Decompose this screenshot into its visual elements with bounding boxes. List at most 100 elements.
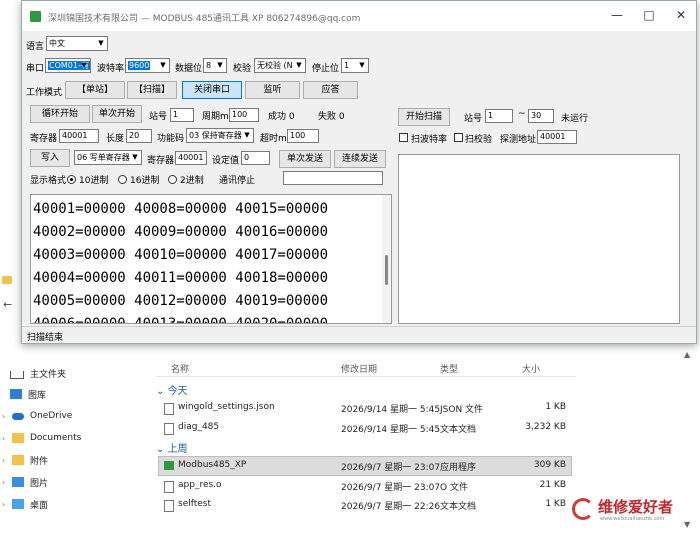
title-bar[interactable]: 深圳锦国技术有限公司 — MODBUS 485通讯工具 XP 806274896… xyxy=(22,1,696,31)
nav-item-pictures[interactable]: › 图片 xyxy=(2,472,48,492)
function-code-select[interactable]: 03 保持寄存器 ▼ xyxy=(186,128,254,143)
column-header-date[interactable]: 修改日期 xyxy=(341,362,377,375)
listen-button[interactable]: 监听 xyxy=(245,81,300,99)
column-header-name[interactable]: 名称 xyxy=(171,362,189,375)
scan-state: 未运行 xyxy=(561,114,589,124)
length-input[interactable]: 20 xyxy=(126,129,152,143)
file-row[interactable]: wingold_settings.json 2026/9/14 星期一 5:45… xyxy=(158,398,572,418)
close-port-button[interactable]: 关闭串口 xyxy=(182,81,242,99)
chevron-right-icon[interactable]: › xyxy=(2,478,12,487)
register-scrollbar[interactable] xyxy=(382,195,391,323)
scan-parity-checkbox[interactable] xyxy=(454,133,463,142)
chevron-down-icon: ▼ xyxy=(132,153,138,161)
file-row[interactable]: selftest 2026/9/7 星期一 22:26 文本文档 1 KB xyxy=(158,495,572,515)
group-label: 上周 xyxy=(167,444,188,455)
nav-item-onedrive[interactable]: › OneDrive xyxy=(2,406,72,426)
station-input[interactable]: 1 xyxy=(170,108,194,122)
baud-select[interactable]: 9600 ▼ xyxy=(125,58,170,73)
chevron-right-icon[interactable]: › xyxy=(2,500,12,509)
column-header-size[interactable]: 大小 xyxy=(522,362,540,375)
scan-from-input[interactable]: 1 xyxy=(485,109,513,123)
loop-start-button[interactable]: 循环开始 xyxy=(30,105,90,123)
chevron-right-icon[interactable]: › xyxy=(2,434,12,443)
function-code-value: 03 保持寄存器 xyxy=(189,131,242,140)
nav-item-home[interactable]: 主文件夹 xyxy=(10,363,66,383)
chevron-down-icon: ▼ xyxy=(244,131,250,139)
file-type: 应用程序 xyxy=(440,463,477,473)
register-input[interactable]: 40001 xyxy=(59,129,99,143)
file-row[interactable]: app_res.o 2026/9/7 星期一 23:07 O 文件 21 KB xyxy=(158,476,572,496)
chevron-right-icon[interactable]: › xyxy=(2,456,12,465)
databits-select[interactable]: 8 ▼ xyxy=(203,58,227,73)
nav-item-documents[interactable]: › Documents xyxy=(2,428,81,448)
station-label: 站号 xyxy=(149,112,168,122)
file-row[interactable]: diag_485 2026/9/14 星期一 5:45 文本文档 3,232 K… xyxy=(158,418,572,438)
chevron-down-icon: ▼ xyxy=(160,61,166,69)
register-display[interactable]: 40001=00000 40008=00000 40015=00000 4000… xyxy=(30,194,392,324)
status-input[interactable] xyxy=(283,171,383,185)
radio-binary[interactable] xyxy=(168,175,177,184)
file-type: 文本文档 xyxy=(440,425,477,435)
port-label: 串口 xyxy=(26,64,45,74)
timeout-input[interactable]: 100 xyxy=(287,129,319,143)
nav-label: OneDrive xyxy=(30,411,73,421)
single-send-button[interactable]: 单次发送 xyxy=(279,150,331,168)
single-start-button[interactable]: 单次开始 xyxy=(92,105,142,123)
respond-button[interactable]: 应答 xyxy=(303,81,358,99)
write-register-input[interactable]: 40001 xyxy=(175,151,207,165)
single-station-button[interactable]: 【单站】 xyxy=(65,81,125,99)
column-header-type[interactable]: 类型 xyxy=(440,362,458,375)
probe-address-input[interactable]: 40001 xyxy=(537,130,577,144)
register-line: 40001=00000 40008=00000 40015=00000 xyxy=(33,201,329,217)
period-input[interactable]: 100 xyxy=(229,108,259,122)
file-row-selected[interactable]: Modbus485_XP 2026/9/7 星期一 23:07 应用程序 309… xyxy=(158,456,572,476)
scan-baud-checkbox[interactable] xyxy=(399,133,408,142)
radio-hex-label: 16进制 xyxy=(130,176,160,186)
document-icon xyxy=(164,481,174,493)
stopbits-value: 1 xyxy=(344,61,350,70)
file-date: 2026/9/14 星期一 5:45 xyxy=(341,405,441,415)
scan-station-label: 站号 xyxy=(464,114,483,124)
group-heading-today[interactable]: ⌄ 今天 xyxy=(156,382,188,397)
nav-label: 主文件夹 xyxy=(30,369,67,380)
chevron-down-icon: ⌄ xyxy=(156,444,168,455)
databits-label: 数据位 xyxy=(175,64,203,74)
chevron-right-icon[interactable]: › xyxy=(2,412,12,421)
scan-result-area[interactable] xyxy=(398,154,680,324)
group-heading-last-week[interactable]: ⌄ 上周 xyxy=(156,440,188,455)
file-size: 3,232 KB xyxy=(525,422,566,432)
parity-select[interactable]: 无校验 (N ▼ xyxy=(254,58,306,73)
port-select[interactable]: COM01-有 ▼ xyxy=(45,58,91,73)
explorer-scroll-up-icon[interactable]: ▲ xyxy=(684,350,690,359)
close-icon[interactable]: ✕ xyxy=(674,8,688,22)
nav-label: 附件 xyxy=(30,456,49,467)
watermark-logo-icon xyxy=(572,498,594,520)
continuous-send-button[interactable]: 连续发送 xyxy=(334,150,386,168)
gallery-icon xyxy=(10,389,22,399)
language-select[interactable]: 中文 ▼ xyxy=(46,36,108,51)
application-icon xyxy=(164,461,174,470)
nav-item-desktop[interactable]: › 桌面 xyxy=(2,494,48,514)
radio-decimal[interactable] xyxy=(67,175,76,184)
stopbits-select[interactable]: 1 ▼ xyxy=(341,58,369,73)
nav-item-gallery[interactable]: 图库 xyxy=(10,384,46,404)
file-date: 2026/9/7 星期一 23:07 xyxy=(341,483,441,493)
start-scan-button[interactable]: 开始扫描 xyxy=(398,108,450,126)
length-label: 长度 xyxy=(106,134,125,144)
write-button[interactable]: 写入 xyxy=(30,149,70,167)
radio-hex[interactable] xyxy=(118,175,127,184)
scrollbar-thumb[interactable] xyxy=(385,255,388,285)
fail-count: 失败 0 xyxy=(318,112,345,122)
nav-item-attachments[interactable]: › 附件 xyxy=(2,450,48,470)
chevron-down-icon: ▼ xyxy=(359,61,365,69)
maximize-icon[interactable]: □ xyxy=(642,8,656,22)
minimize-icon[interactable]: — xyxy=(610,8,624,22)
display-format-label: 显示格式 xyxy=(30,176,67,186)
set-value-input[interactable]: 0 xyxy=(241,151,270,165)
home-icon xyxy=(10,370,24,379)
scan-mode-button[interactable]: 【扫描】 xyxy=(127,81,177,99)
baud-label: 波特率 xyxy=(97,64,125,74)
file-name: wingold_settings.json xyxy=(178,402,275,412)
scan-to-input[interactable]: 30 xyxy=(528,109,554,123)
write-function-select[interactable]: 06 写单寄存器 ▼ xyxy=(74,150,142,165)
